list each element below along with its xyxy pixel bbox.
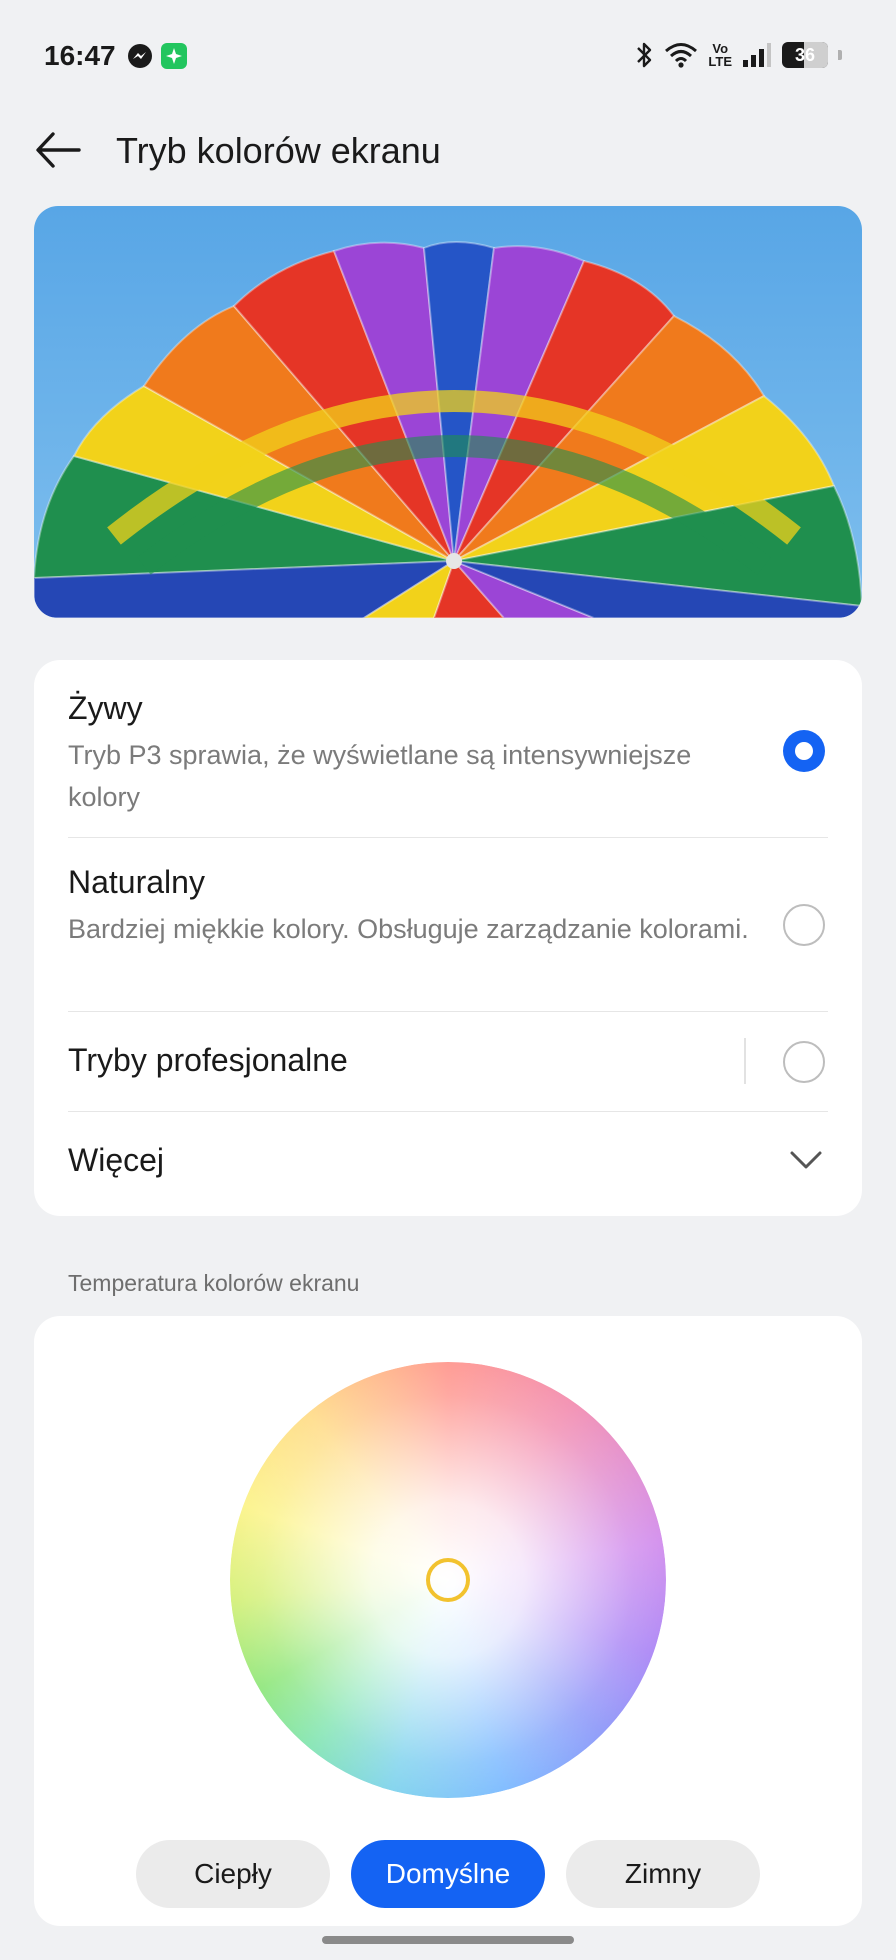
- battery-tip: [838, 50, 842, 60]
- parachute-image: [34, 206, 862, 618]
- status-indicators: Vo LTE 36: [634, 38, 842, 72]
- mode-title-natural: Naturalny: [68, 864, 205, 900]
- more-expander[interactable]: Więcej: [34, 1112, 862, 1216]
- home-indicator[interactable]: [322, 1936, 574, 1944]
- volte-indicator: Vo LTE: [708, 42, 732, 68]
- bluetooth-icon: [637, 42, 652, 68]
- status-time: 16:47: [44, 40, 116, 71]
- back-button[interactable]: [30, 122, 86, 178]
- messenger-icon: [128, 44, 152, 68]
- mode-desc-vivid: Tryb P3 sprawia, że wyświetlane są inten…: [68, 740, 692, 812]
- mode-title-vivid: Żywy: [68, 690, 143, 726]
- temperature-card: Ciepły Domyślne Zimny: [34, 1316, 862, 1926]
- mode-option-vivid[interactable]: Żywy Tryb P3 sprawia, że wyświetlane są …: [34, 660, 862, 832]
- green-app-icon: [161, 43, 187, 69]
- radio-professional[interactable]: [783, 1041, 825, 1083]
- arrow-left-icon: [36, 132, 81, 168]
- wifi-icon: [665, 43, 698, 68]
- color-mode-card: Żywy Tryb P3 sprawia, że wyświetlane są …: [34, 660, 862, 1216]
- signal-icon: [743, 43, 771, 67]
- header: Tryb kolorów ekranu: [0, 100, 896, 210]
- radio-natural[interactable]: [783, 904, 825, 946]
- parachute-preview-image: [34, 206, 862, 618]
- battery-level: 36: [794, 44, 816, 65]
- color-temperature-wheel[interactable]: [230, 1362, 666, 1798]
- vertical-separator: [744, 1038, 746, 1084]
- mode-title-professional: Tryby profesjonalne: [68, 1042, 348, 1078]
- section-label-temperature: Temperatura kolorów ekranu: [68, 1270, 360, 1296]
- preset-default-button[interactable]: Domyślne: [351, 1840, 545, 1908]
- temperature-presets: Ciepły Domyślne Zimny: [136, 1840, 760, 1908]
- status-bar: 16:47 Vo LTE 36: [0, 0, 896, 110]
- chevron-down-icon: [790, 1151, 822, 1169]
- mode-option-natural[interactable]: Naturalny Bardziej miękkie kolory. Obsłu…: [34, 838, 862, 1010]
- mode-option-professional[interactable]: Tryby profesjonalne: [34, 1012, 862, 1110]
- more-label: Więcej: [68, 1142, 165, 1178]
- mode-desc-natural: Bardziej miękkie kolory. Obsługuje zarzą…: [68, 914, 749, 944]
- battery-icon: 36: [782, 42, 828, 68]
- preset-warm-button[interactable]: Ciepły: [136, 1840, 330, 1908]
- wheel-handle[interactable]: [426, 1558, 470, 1602]
- preset-cool-button[interactable]: Zimny: [566, 1840, 760, 1908]
- volte-bottom-label: LTE: [708, 54, 732, 69]
- page-title: Tryb kolorów ekranu: [116, 130, 441, 171]
- radio-vivid[interactable]: [783, 730, 825, 772]
